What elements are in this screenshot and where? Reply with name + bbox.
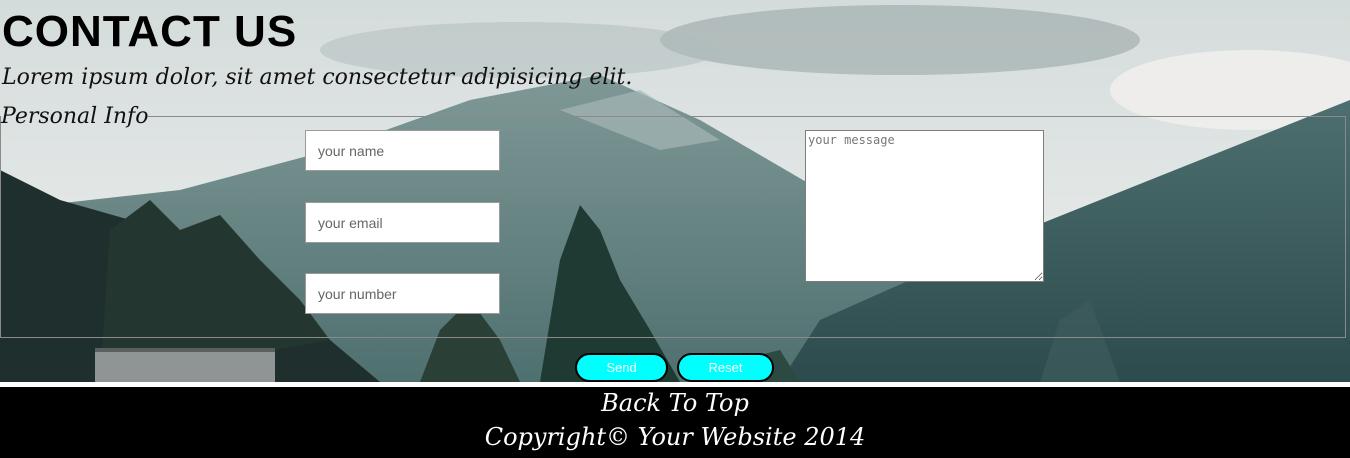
personal-info-fieldset: Personal Info — [0, 104, 1346, 338]
name-input[interactable] — [305, 130, 500, 171]
send-button[interactable]: Send — [575, 353, 668, 382]
page-subtitle: Lorem ipsum dolor, sit amet consectetur … — [2, 65, 633, 90]
reset-button[interactable]: Reset — [677, 353, 774, 382]
copyright-text: Copyright© Your Website 2014 — [484, 423, 866, 451]
back-to-top-link[interactable]: Back To Top — [0, 389, 1350, 417]
hero-section: CONTACT US Lorem ipsum dolor, sit amet c… — [0, 0, 1350, 382]
footer: Back To Top Copyright© Your Website 2014 — [0, 387, 1350, 458]
message-textarea[interactable] — [805, 130, 1044, 282]
page-title: CONTACT US — [2, 7, 298, 56]
personal-info-legend: Personal Info — [1, 104, 149, 129]
email-input[interactable] — [305, 202, 500, 243]
number-input[interactable] — [305, 273, 500, 314]
